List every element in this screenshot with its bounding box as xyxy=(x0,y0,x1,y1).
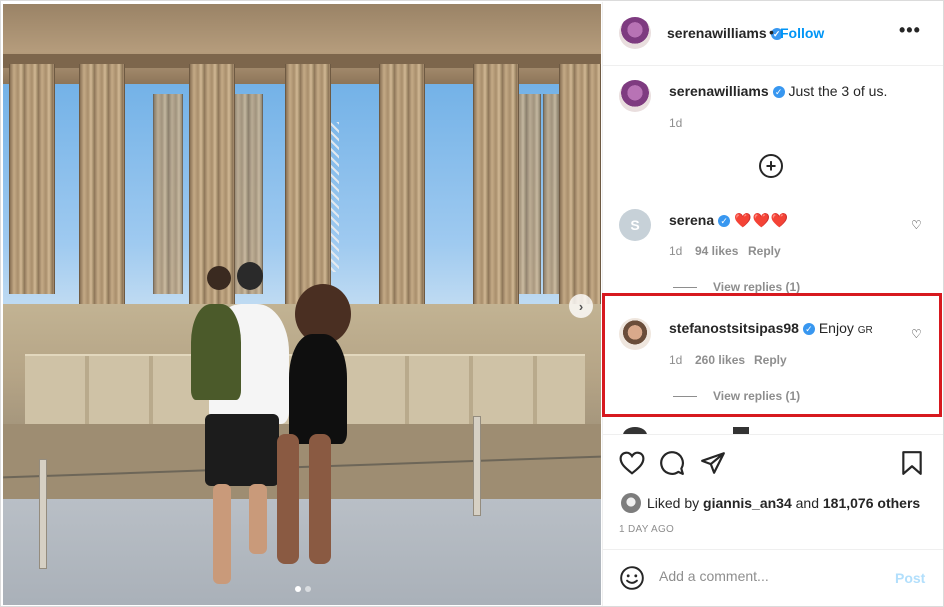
temple-column xyxy=(473,64,519,304)
post-timestamp[interactable]: 1 DAY AGO xyxy=(619,524,674,535)
header-separator: • xyxy=(769,24,774,40)
author-avatar[interactable] xyxy=(619,17,651,49)
highlight-box xyxy=(602,293,942,417)
slide-dot xyxy=(305,586,311,592)
comment-line: serena ✓ ❤️❤️❤️ xyxy=(669,212,789,229)
post-photo[interactable]: › xyxy=(3,4,601,605)
temple-column xyxy=(559,64,601,304)
view-replies-button[interactable]: View replies (1) xyxy=(673,280,800,294)
post-dialog: › serenawilliams ✓ • Follow ••• serenawil… xyxy=(0,0,944,607)
comment-text: ❤️❤️❤️ xyxy=(734,212,790,228)
man-leg xyxy=(249,484,267,554)
child-dress xyxy=(191,304,241,400)
more-options-icon[interactable]: ••• xyxy=(899,20,921,41)
barrier-post xyxy=(39,459,47,569)
temple-column xyxy=(153,94,183,294)
comment-time: 1d xyxy=(669,244,683,258)
comment-composer: Post xyxy=(603,549,943,606)
caption-line: serenawilliams ✓ Just the 3 of us. xyxy=(669,83,887,99)
child-head xyxy=(207,266,231,290)
comment-username[interactable]: serena xyxy=(669,212,714,228)
liker-avatar[interactable] xyxy=(621,493,641,513)
likes-summary: Liked by giannis_an34 and 181,076 others xyxy=(647,495,920,511)
reply-button[interactable]: Reply xyxy=(748,244,781,258)
barrier-post xyxy=(473,416,481,516)
woman-leg xyxy=(309,434,331,564)
bookmark-icon[interactable] xyxy=(901,450,923,476)
caption-time: 1d xyxy=(669,116,683,130)
woman-leg xyxy=(277,434,299,564)
view-replies-label[interactable]: View replies (1) xyxy=(713,280,800,294)
temple-column xyxy=(79,64,125,304)
avatar-letter: S xyxy=(630,217,640,233)
temple-column xyxy=(379,64,425,304)
post-side-panel: serenawilliams ✓ • Follow ••• serenawilli… xyxy=(602,2,943,606)
temple-column xyxy=(285,64,331,304)
post-actions: Liked by giannis_an34 and 181,076 others… xyxy=(603,434,943,549)
commenter-avatar[interactable]: S xyxy=(619,209,651,241)
author-username-text[interactable]: serenawilliams xyxy=(667,25,767,41)
divider-line xyxy=(673,286,697,288)
chevron-right-icon: › xyxy=(578,298,584,314)
caption-text: Just the 3 of us. xyxy=(788,83,888,99)
load-more-comments-button[interactable]: + xyxy=(759,154,783,178)
woman-dress xyxy=(289,334,347,444)
slide-dot-active xyxy=(295,586,301,592)
next-slide-button[interactable]: › xyxy=(569,294,593,318)
comment-likes[interactable]: 94 likes xyxy=(695,244,738,258)
likes-prefix: Liked by xyxy=(647,495,700,511)
caption-username[interactable]: serenawilliams xyxy=(669,83,769,99)
heart-icon[interactable] xyxy=(619,451,645,475)
post-comment-button[interactable]: Post xyxy=(895,570,925,586)
paper-plane-icon[interactable] xyxy=(700,450,726,476)
verified-badge-icon: ✓ xyxy=(718,215,731,227)
smiley-icon[interactable] xyxy=(619,565,645,591)
slide-indicator xyxy=(295,586,311,592)
comment-input[interactable] xyxy=(659,568,879,584)
follow-button[interactable]: Follow xyxy=(780,25,824,41)
man-head xyxy=(237,262,263,290)
likes-and: and xyxy=(795,495,819,511)
likes-others-link[interactable]: 181,076 others xyxy=(823,495,920,511)
author-username[interactable]: serenawilliams ✓ xyxy=(667,25,783,41)
post-header: serenawilliams ✓ • Follow ••• xyxy=(603,2,943,66)
comment-icon[interactable] xyxy=(659,450,685,476)
man-leg xyxy=(213,484,231,584)
liker-username[interactable]: giannis_an34 xyxy=(703,495,792,511)
plus-icon: + xyxy=(765,156,777,176)
caption-avatar[interactable] xyxy=(619,80,651,112)
man-shorts xyxy=(205,414,279,486)
comment-like-heart-icon[interactable]: ♡ xyxy=(911,218,922,232)
verified-badge-icon: ✓ xyxy=(772,86,785,98)
temple-column xyxy=(9,64,55,294)
